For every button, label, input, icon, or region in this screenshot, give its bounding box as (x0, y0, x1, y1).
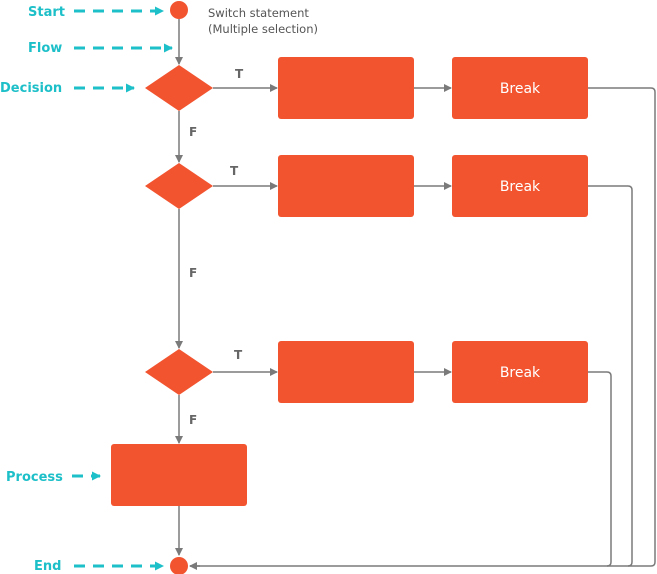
break-box-1-label: Break (500, 81, 541, 97)
break-box-2-label: Break (500, 179, 541, 195)
start-node (170, 1, 188, 19)
connector-break3-to-end (588, 371, 612, 567)
diagram-title-line1: Switch statement (208, 6, 309, 20)
flowchart-canvas: Start Flow Decision Process End Switch s… (0, 1, 656, 574)
diagram-title-line2: (Multiple selection) (208, 22, 318, 36)
legend-decision-label: Decision (0, 81, 62, 96)
end-node (170, 557, 188, 574)
decision3-false-label: F (189, 413, 197, 427)
break-box-3-label: Break (500, 365, 541, 381)
case-process-2 (278, 155, 414, 217)
decision-node-2 (145, 163, 213, 209)
legend-flow-label: Flow (28, 41, 62, 56)
connector-break2-to-end (588, 185, 633, 567)
legend-start-label: Start (28, 5, 65, 20)
legend-process-label: Process (6, 470, 63, 485)
decision1-true-label: T (235, 67, 244, 81)
legend-end-label: End (34, 559, 61, 574)
decision3-true-label: T (234, 348, 243, 362)
decision2-true-label: T (230, 164, 239, 178)
decision1-false-label: F (189, 125, 197, 139)
decision-node-3 (145, 349, 213, 395)
decision-node-1 (145, 65, 213, 111)
decision2-false-label: F (189, 266, 197, 280)
case-process-3 (278, 341, 414, 403)
case-process-1 (278, 57, 414, 119)
default-process-box (111, 444, 247, 506)
